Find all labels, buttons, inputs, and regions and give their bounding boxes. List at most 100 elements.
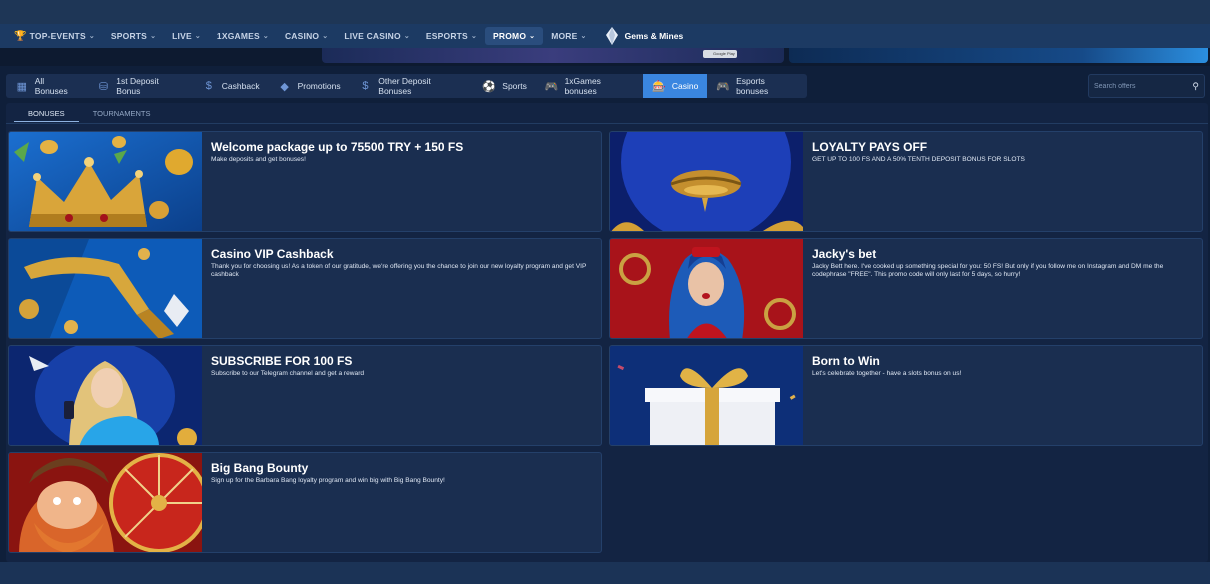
- main-nav: 🏆 TOP-EVENTS ⌄ SPORTS ⌄ LIVE ⌄ 1XGAMES ⌄…: [0, 24, 1210, 48]
- filter-label: Casino: [671, 81, 699, 91]
- subtab-divider: [6, 123, 1208, 124]
- footer-strip: [0, 562, 1210, 584]
- nav-more[interactable]: MORE ⌄: [543, 27, 594, 45]
- golden-tap-image: [9, 239, 202, 338]
- card-description: Let's celebrate together - have a slots …: [812, 370, 962, 377]
- search-box: ⚲: [1088, 74, 1205, 98]
- bonus-filter-bar: ▦ All Bonuses ⛁ 1st Deposit Bonus $ Cash…: [6, 74, 807, 98]
- bonus-card-welcome[interactable]: Welcome package up to 75500 TRY + 150 FS…: [8, 131, 602, 232]
- card-title: Casino VIP Cashback: [211, 247, 334, 261]
- coins-icon: ⛁: [98, 80, 109, 93]
- nav-label: PROMO: [493, 31, 527, 41]
- filter-other-deposit[interactable]: $ Other Deposit Bonuses: [350, 74, 474, 98]
- card-description: Sign up for the Barbara Bang loyalty pro…: [211, 477, 445, 484]
- bonus-card-vip-cashback[interactable]: Casino VIP Cashback Thank you for choosi…: [8, 238, 602, 339]
- nav-label: TOP-EVENTS: [29, 31, 86, 41]
- filter-label: 1st Deposit Bonus: [116, 76, 159, 96]
- pirate-wheel-image: [9, 453, 202, 552]
- top-strip: [0, 0, 1210, 24]
- chevron-down-icon: ⌄: [88, 33, 95, 40]
- nav-gems-mines[interactable]: Gems & Mines: [605, 27, 684, 45]
- card-description: GET UP TO 100 FS AND A 50% TENTH DEPOSIT…: [812, 156, 1025, 163]
- gamepad-icon: 🎮: [544, 80, 559, 93]
- jacky-image: [610, 239, 803, 338]
- card-description: Thank you for choosing us! As a token of…: [211, 263, 587, 278]
- filter-sports[interactable]: ⚽ Sports: [473, 74, 536, 98]
- nav-label: LIVE: [172, 31, 192, 41]
- lips-image: [610, 132, 803, 231]
- subtabs: BONUSES TOURNAMENTS: [14, 106, 164, 122]
- card-description: Make deposits and get bonuses!: [211, 156, 306, 163]
- card-title: LOYALTY PAYS OFF: [812, 140, 928, 154]
- filter-label: Other Deposit Bonuses: [378, 76, 431, 96]
- bonus-card-subscribe[interactable]: SUBSCRIBE FOR 100 FS Subscribe to our Te…: [8, 345, 602, 446]
- card-title: Welcome package up to 75500 TRY + 150 FS: [211, 140, 464, 154]
- dollar-icon: $: [362, 80, 369, 92]
- nav-gems-label: Gems & Mines: [624, 31, 684, 41]
- filter-label: Esports bonuses: [736, 76, 769, 96]
- crown-image: [9, 132, 202, 231]
- card-title: SUBSCRIBE FOR 100 FS: [211, 354, 353, 368]
- tab-tournaments[interactable]: TOURNAMENTS: [79, 106, 165, 122]
- nav-top-events[interactable]: 🏆 TOP-EVENTS ⌄: [6, 27, 103, 45]
- nav-esports[interactable]: ESPORTS ⌄: [418, 27, 485, 45]
- trophy-icon: 🏆: [14, 30, 27, 42]
- nav-label: SPORTS: [110, 31, 148, 41]
- nav-label: LIVE CASINO: [344, 31, 401, 41]
- gift-box-image: [610, 346, 803, 445]
- chevron-down-icon: ⌄: [470, 33, 478, 40]
- chevron-down-icon: ⌄: [150, 33, 157, 40]
- filter-label: Sports: [502, 81, 527, 91]
- card-title: Jacky's bet: [812, 247, 877, 261]
- bonus-card-born-to-win[interactable]: Born to Win Let's celebrate together - h…: [609, 345, 1203, 446]
- nav-label: 1XGAMES: [216, 31, 260, 41]
- soccer-ball-icon: ⚽: [482, 80, 497, 93]
- card-description: Jacky Bett here. I've cooked up somethin…: [812, 263, 1164, 278]
- slot-machine-icon: 🎰: [652, 80, 666, 93]
- search-input[interactable]: [1089, 75, 1183, 98]
- chevron-down-icon: ⌄: [194, 33, 201, 40]
- chevron-down-icon: ⌄: [403, 33, 410, 40]
- filter-label: 1xGames bonuses: [564, 76, 601, 96]
- filter-all-bonuses[interactable]: ▦ All Bonuses: [6, 74, 88, 98]
- card-title: Big Bang Bounty: [211, 461, 309, 475]
- filter-first-deposit[interactable]: ⛁ 1st Deposit Bonus: [88, 74, 193, 98]
- filter-casino[interactable]: 🎰 Casino: [642, 74, 708, 98]
- chevron-down-icon: ⌄: [322, 33, 329, 40]
- nav-live[interactable]: LIVE ⌄: [164, 27, 209, 45]
- controller-icon: 🎮: [716, 80, 731, 93]
- filter-1xgames[interactable]: 🎮 1xGames bonuses: [536, 74, 643, 98]
- tab-bonuses[interactable]: BONUSES: [14, 106, 79, 122]
- tag-icon: ◆: [280, 80, 289, 93]
- nav-casino[interactable]: CASINO ⌄: [277, 27, 336, 45]
- nav-1xgames[interactable]: 1XGAMES ⌄: [209, 27, 277, 45]
- card-description: Subscribe to our Telegram channel and ge…: [211, 370, 365, 377]
- filter-esports[interactable]: 🎮 Esports bonuses: [707, 74, 807, 98]
- promo-banner-right[interactable]: [789, 48, 1208, 63]
- card-title: Born to Win: [812, 354, 880, 368]
- dollar-circle-icon: $: [205, 80, 212, 92]
- telegram-girl-image: [9, 346, 202, 445]
- grid-icon: ▦: [16, 80, 28, 93]
- google-play-badge[interactable]: Google Play: [703, 50, 737, 58]
- filter-label: All Bonuses: [34, 76, 68, 96]
- filter-cashback[interactable]: $ Cashback: [193, 74, 269, 98]
- chevron-down-icon: ⌄: [529, 33, 536, 40]
- bonus-card-jackys-bet[interactable]: Jacky's bet Jacky Bett here. I've cooked…: [609, 238, 1203, 339]
- bonus-card-big-bang-bounty[interactable]: Big Bang Bounty Sign up for the Barbara …: [8, 452, 602, 553]
- chevron-down-icon: ⌄: [262, 33, 269, 40]
- chevron-down-icon: ⌄: [580, 33, 587, 40]
- nav-label: MORE: [551, 31, 578, 41]
- search-icon[interactable]: ⚲: [1192, 81, 1199, 92]
- nav-live-casino[interactable]: LIVE CASINO ⌄: [336, 27, 418, 45]
- gem-icon: [605, 27, 619, 45]
- filter-label: Promotions: [297, 81, 341, 91]
- nav-label: CASINO: [284, 31, 320, 41]
- filter-promotions[interactable]: ◆ Promotions: [269, 74, 350, 98]
- nav-promo[interactable]: PROMO ⌄: [485, 27, 544, 45]
- bonus-card-loyalty[interactable]: LOYALTY PAYS OFF GET UP TO 100 FS AND A …: [609, 131, 1203, 232]
- nav-sports[interactable]: SPORTS ⌄: [103, 27, 164, 45]
- badge-text: Google Play: [713, 51, 735, 56]
- nav-label: ESPORTS: [425, 31, 468, 41]
- filter-label: Cashback: [221, 81, 260, 91]
